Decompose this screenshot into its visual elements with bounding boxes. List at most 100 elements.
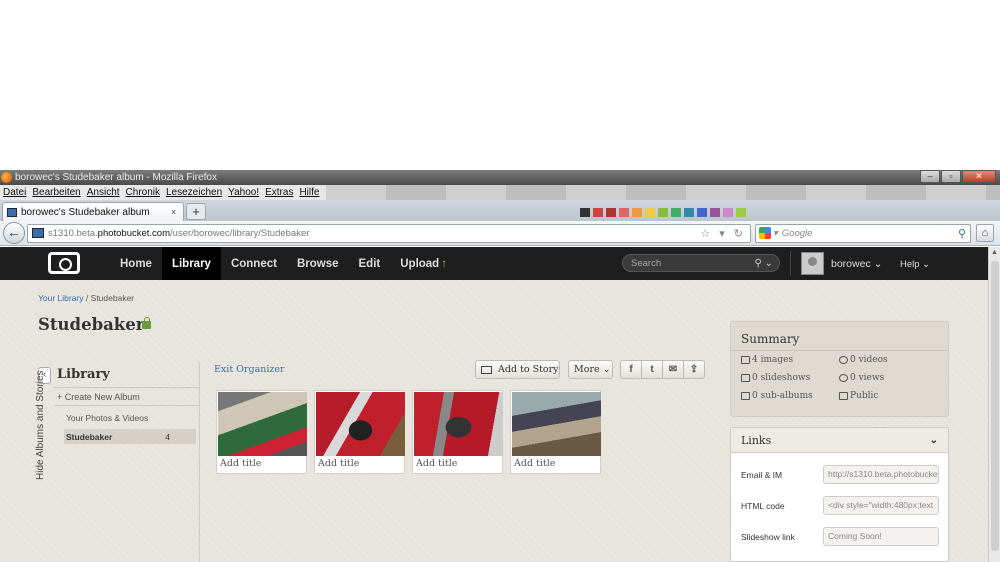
slideshow-link-field[interactable]: Coming Soon! [823, 527, 939, 546]
chevron-down-icon[interactable]: ⌄ [930, 435, 948, 446]
upload-label: Upload [400, 257, 440, 270]
back-button[interactable]: ← [3, 222, 25, 244]
window-titlebar: borowec's Studebaker album - Mozilla Fir… [0, 170, 1000, 185]
tab-studebaker[interactable]: borowec's Studebaker album × [2, 202, 184, 221]
photobucket-logo-icon[interactable] [48, 252, 80, 274]
facebook-icon[interactable]: f [620, 360, 642, 379]
help-menu[interactable]: Help ⌄ [900, 259, 930, 270]
menu-lesezeichen[interactable]: Lesezeichen [163, 187, 225, 198]
summary-subalbums: 0 sub-albums [741, 391, 813, 401]
favicon-icon [7, 207, 17, 217]
divider [731, 350, 948, 351]
email-icon[interactable]: ✉ [662, 360, 684, 379]
tab-close-icon[interactable]: × [171, 207, 183, 217]
divider [54, 387, 199, 388]
photo-card[interactable]: Add title [510, 390, 601, 474]
page-scrollbar[interactable]: ▲ [988, 247, 1000, 562]
google-icon[interactable] [759, 227, 771, 239]
more-button[interactable]: More ⌄ [568, 360, 613, 379]
html-code-field[interactable]: <div style="width:480px;text [823, 496, 939, 515]
user-menu[interactable]: borowec ⌄ [831, 258, 882, 270]
firefox-icon [1, 172, 12, 183]
breadcrumb-your-library[interactable]: Your Library [38, 293, 84, 303]
hide-albums-toggle[interactable]: Hide Albums and Stories [35, 370, 46, 480]
menu-extras[interactable]: Extras [262, 187, 296, 198]
scroll-thumb[interactable] [991, 261, 999, 551]
nav-browse[interactable]: Browse [287, 247, 349, 280]
url-bar[interactable]: s1310.beta. photobucket.com/user/borowec/… [27, 223, 751, 243]
summary-views: 0 views [839, 373, 884, 383]
site-identity-icon[interactable] [32, 228, 44, 238]
menu-chronik[interactable]: Chronik [123, 187, 163, 198]
url-actions-icon[interactable]: ☆ ▾ ↻ [700, 227, 750, 240]
sidebar-title: Library [57, 367, 110, 382]
photo-thumbnail[interactable] [218, 392, 307, 456]
slideshow-label: Slideshow link [741, 532, 795, 542]
search-icon[interactable]: ⚲ ⌄ [755, 258, 779, 269]
links-panel: Links ⌄ Email & IM http://s1310.beta.pho… [730, 427, 949, 562]
site-search-placeholder: Search [631, 257, 662, 269]
library-sidebar: ‹ Library + Create New Album Your Photos… [35, 362, 200, 562]
site-search-input[interactable]: Search ⚲ ⌄ [622, 254, 780, 272]
summary-slideshows: 0 slideshows [741, 373, 810, 383]
photo-title-input[interactable]: Add title [220, 458, 303, 469]
screen: borowec's Studebaker album - Mozilla Fir… [0, 0, 1000, 562]
close-button[interactable]: ✕ [962, 170, 996, 183]
photo-title-input[interactable]: Add title [514, 458, 597, 469]
summary-images: 4 images [741, 355, 793, 365]
nav-upload[interactable]: Upload ↑ [390, 247, 457, 280]
url-prefix: s1310.beta. [48, 227, 98, 239]
image-icon [741, 356, 750, 364]
sidebar-item-studebaker[interactable]: Studebaker 4 [64, 429, 196, 444]
photo-title-input[interactable]: Add title [318, 458, 401, 469]
menu-hilfe[interactable]: Hilfe [296, 187, 322, 198]
create-album-button[interactable]: + Create New Album [57, 392, 140, 402]
maximize-button[interactable]: ▫ [941, 170, 961, 183]
menubar-background [326, 185, 1000, 200]
breadcrumb: Your Library / Studebaker [38, 293, 134, 303]
photo-grid: Add title Add title Add title Add title [216, 390, 601, 474]
tab-bar: borowec's Studebaker album × + [0, 200, 1000, 221]
tab-label: borowec's Studebaker album [21, 206, 150, 218]
photo-thumbnail[interactable] [414, 392, 503, 456]
nav-home[interactable]: Home [110, 247, 162, 280]
sidebar-item-photos-videos[interactable]: Your Photos & Videos [66, 413, 148, 423]
email-link-field[interactable]: http://s1310.beta.photobucket.com [823, 465, 939, 484]
page-body: Your Library / Studebaker Studebaker ‹ L… [0, 280, 988, 562]
photo-card[interactable]: Add title [412, 390, 503, 474]
menu-ansicht[interactable]: Ansicht [84, 187, 123, 198]
menu-datei[interactable]: Datei [0, 187, 29, 198]
menu-yahoo[interactable]: Yahoo! [225, 187, 262, 198]
links-header[interactable]: Links ⌄ [731, 428, 948, 453]
home-button[interactable]: ⌂ [976, 224, 994, 242]
photo-title-input[interactable]: Add title [416, 458, 499, 469]
menu-bearbeiten[interactable]: Bearbeiten [29, 187, 83, 198]
twitter-icon[interactable]: t [641, 360, 663, 379]
share-icon[interactable]: ⇪ [683, 360, 705, 379]
nav-library[interactable]: Library [161, 247, 221, 280]
minimize-button[interactable]: – [920, 170, 940, 183]
email-label: Email & IM [741, 470, 783, 480]
summary-slideshows-text: 0 slideshows [752, 373, 811, 383]
scroll-up-icon[interactable]: ▲ [989, 247, 1000, 259]
unlock-icon[interactable] [142, 317, 151, 329]
chevron-down-icon: ⌄ [602, 364, 611, 375]
photo-card[interactable]: Add title [216, 390, 307, 474]
links-title: Links [741, 433, 772, 447]
divider [54, 405, 199, 406]
nav-connect[interactable]: Connect [221, 247, 287, 280]
nav-edit[interactable]: Edit [349, 247, 391, 280]
summary-privacy[interactable]: Public [839, 391, 878, 401]
avatar[interactable] [801, 252, 824, 275]
web-search-box[interactable]: ▾ Google ⚲ [755, 223, 971, 243]
photo-thumbnail[interactable] [316, 392, 405, 456]
page-title: Studebaker [38, 315, 145, 334]
photo-card[interactable]: Add title [314, 390, 405, 474]
subalbum-icon [741, 392, 750, 400]
add-to-story-button[interactable]: Add to Story [475, 360, 560, 379]
new-tab-button[interactable]: + [186, 203, 206, 220]
eye-icon [839, 374, 848, 382]
magnifier-icon[interactable]: ⚲ [958, 227, 970, 240]
exit-organizer-link[interactable]: Exit Organizer [214, 364, 285, 375]
photo-thumbnail[interactable] [512, 392, 601, 456]
